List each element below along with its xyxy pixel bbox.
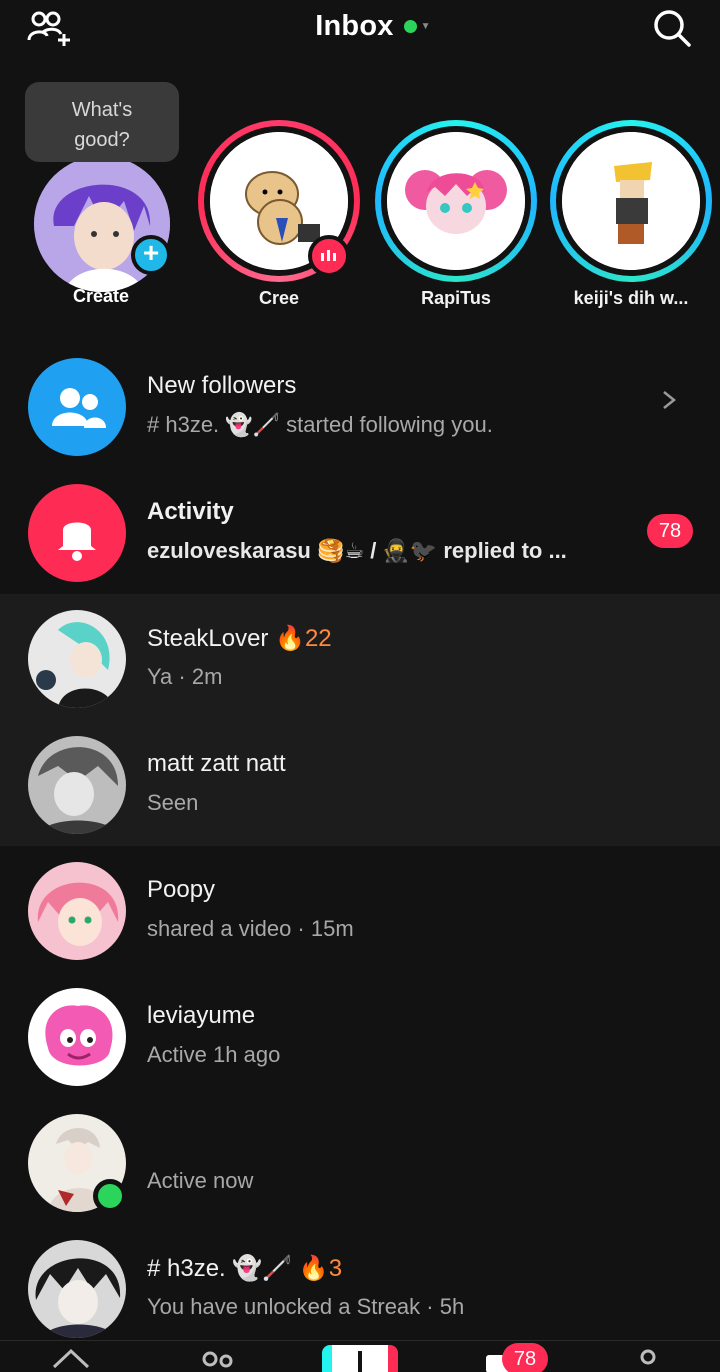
- activity-row[interactable]: Activity ezuloveskarasu 🥞☕ / 🥷🐦‍⬛ replie…: [0, 468, 720, 594]
- followers-icon: [28, 358, 126, 456]
- friends-icon[interactable]: [198, 1349, 238, 1372]
- row-title: # h3ze. 👻🦯 🔥3: [147, 1254, 342, 1283]
- live-badge-icon: [308, 235, 350, 277]
- contact-name: SteakLover: [147, 625, 269, 652]
- story-name: Cree: [258, 288, 300, 308]
- row-subtitle: You have unlocked a Streak · 5h: [147, 1294, 465, 1319]
- avatar: [28, 1240, 126, 1338]
- story-ring: [375, 120, 537, 282]
- avatar: [28, 988, 126, 1086]
- row-subtitle: Active 1h ago: [147, 1042, 281, 1067]
- avatar: [28, 610, 126, 708]
- story-ring: [550, 120, 712, 282]
- row-title: Poopy: [147, 876, 216, 903]
- row-title: SteakLover 🔥22: [147, 624, 332, 653]
- row-subtitle: # h3ze. 👻🦯 started following you.: [147, 412, 493, 437]
- bell-icon: [28, 484, 126, 582]
- row-subtitle: Active now: [147, 1168, 254, 1193]
- bubble-text-line-2: good?: [74, 129, 130, 151]
- story-name: Create: [72, 286, 130, 306]
- conversation-row[interactable]: SteakLover 🔥22 Ya · 2m: [0, 594, 720, 720]
- story-name: keiji's dih w...: [573, 288, 689, 308]
- conversation-row[interactable]: # h3ze. 👻🦯 🔥3 You have unlocked a Streak…: [0, 1224, 720, 1350]
- bubble-text-line-1: What's: [71, 99, 133, 121]
- row-subtitle: ezuloveskarasu 🥞☕ / 🥷🐦‍⬛ replied to ...: [147, 538, 567, 563]
- chevron-down-icon: ▼: [420, 21, 431, 32]
- conversation-row[interactable]: Poopy shared a video · 15m: [0, 846, 720, 972]
- contact-name: # h3ze. 👻🦯: [147, 1255, 293, 1282]
- row-title: New followers: [147, 372, 297, 399]
- avatar: [387, 132, 525, 270]
- create-post-button[interactable]: [322, 1345, 398, 1372]
- story-name: RapiTus: [421, 288, 491, 308]
- story-cree[interactable]: Cree: [194, 118, 364, 318]
- row-subtitle: Ya · 2m: [147, 664, 223, 689]
- story-keiji[interactable]: keiji's dih w...: [546, 118, 716, 318]
- streak-count: 🔥3: [298, 1255, 343, 1282]
- bottom-nav: [0, 1340, 720, 1372]
- status-bubble[interactable]: What's good?: [25, 82, 179, 162]
- row-subtitle: Seen: [147, 790, 199, 815]
- add-story-icon[interactable]: +: [131, 235, 171, 275]
- streak-count: 🔥22: [275, 625, 332, 652]
- row-subtitle: shared a video · 15m: [147, 916, 354, 941]
- row-title: matt zatt natt: [147, 750, 286, 777]
- avatar: [28, 862, 126, 960]
- row-title: Activity: [147, 498, 234, 525]
- story-rapitus[interactable]: RapiTus: [371, 118, 541, 318]
- conversation-row[interactable]: leviayume Active 1h ago: [0, 972, 720, 1098]
- inbox-notification-badge: 78: [502, 1343, 548, 1372]
- avatar: [562, 132, 700, 270]
- home-icon[interactable]: [50, 1345, 92, 1372]
- chevron-right-icon: [663, 391, 677, 409]
- unread-count-badge: 78: [647, 514, 693, 548]
- profile-icon[interactable]: [634, 1347, 662, 1372]
- conversation-row[interactable]: matt zatt natt Seen: [0, 720, 720, 846]
- search-icon[interactable]: [652, 8, 692, 48]
- online-indicator: [93, 1179, 127, 1213]
- row-title: leviayume: [147, 1002, 256, 1029]
- avatar: [28, 736, 126, 834]
- new-followers-row[interactable]: New followers # h3ze. 👻🦯 started followi…: [0, 342, 720, 468]
- inbox-title: Inbox: [315, 10, 394, 42]
- online-status-dot: [403, 20, 417, 33]
- conversation-row[interactable]: Active now: [0, 1098, 720, 1224]
